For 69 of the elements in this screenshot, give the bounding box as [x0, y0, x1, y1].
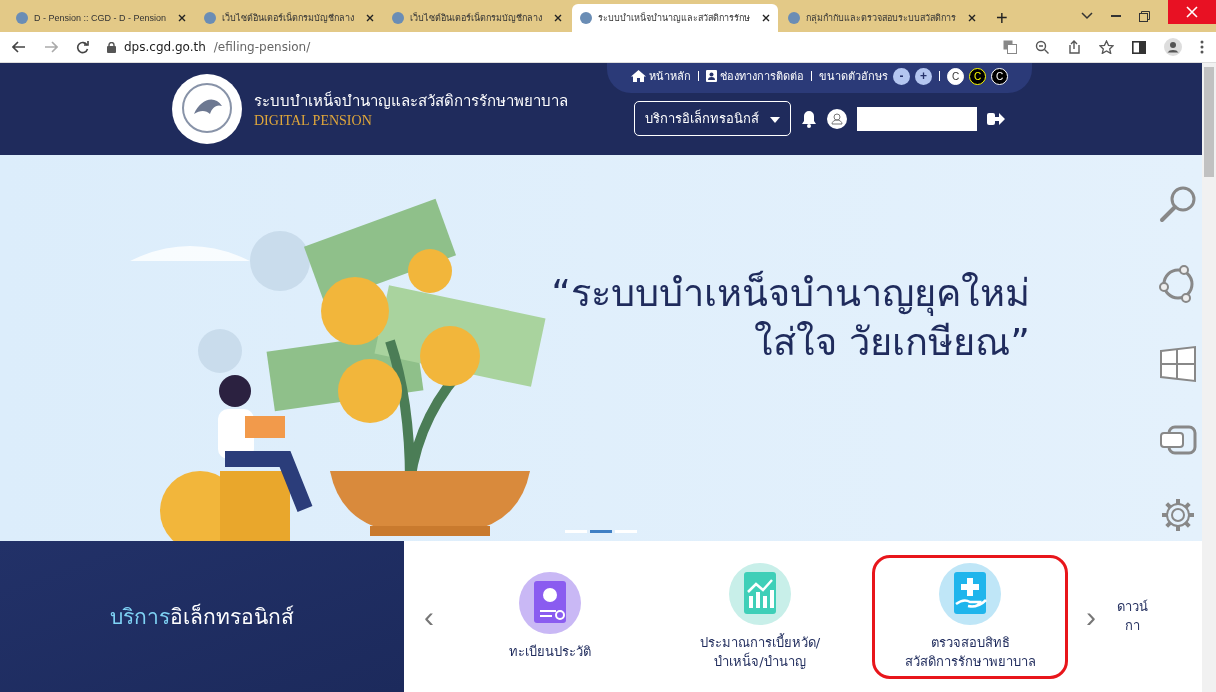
profile-document-icon — [518, 571, 582, 636]
windows-icon[interactable] — [1159, 345, 1197, 383]
tablet-icon[interactable] — [1159, 425, 1197, 455]
favicon-icon — [204, 12, 217, 24]
service-label: ทะเบียนประวัติ — [509, 643, 591, 662]
services-heading: บริการอิเล็กทรอนิกส์ — [110, 602, 294, 631]
hero-headline: ใส่ใจ วัยเกษียณ” — [753, 319, 1030, 366]
search-icon[interactable] — [1159, 185, 1197, 223]
close-icon — [1186, 6, 1198, 18]
service-card[interactable]: ทะเบียนประวัติ — [452, 554, 648, 679]
minimize-icon[interactable] — [1111, 14, 1121, 18]
site-subtitle: DIGITAL PENSION — [254, 113, 373, 129]
service-label: ดาวน์ กา — [1117, 598, 1148, 635]
service-label: ตรวจสอบสิทธิ สวัสดิการรักษาพยาบาล — [904, 634, 1036, 671]
address-bar[interactable]: dps.cgd.go.th /efiling-pension/ — [107, 40, 985, 54]
hero-headline: “ระบบบำเหน็จบำนาญยุคใหม่ — [550, 269, 1030, 318]
browser-tab[interactable]: D - Pension :: CGD - D - Pension — [8, 4, 195, 32]
reload-icon[interactable] — [76, 40, 89, 54]
close-icon[interactable] — [554, 14, 563, 22]
next-button[interactable]: › — [1082, 599, 1100, 634]
restore-icon[interactable] — [1139, 10, 1150, 22]
close-icon[interactable] — [178, 14, 187, 22]
contrast-button[interactable]: C — [991, 67, 1008, 85]
top-link[interactable]: หน้าหลัก — [631, 67, 691, 85]
star-icon[interactable] — [1099, 40, 1114, 54]
browser-tab[interactable]: เว็บไซต์อินเตอร์เน็ตกรมบัญชีกลาง — [384, 4, 571, 32]
side-panel-icon[interactable] — [1132, 40, 1146, 54]
favicon-icon — [392, 12, 405, 24]
bell-icon[interactable] — [800, 109, 817, 128]
new-tab-button[interactable]: + — [986, 4, 1018, 32]
favicon-icon — [788, 12, 801, 24]
caret-icon — [769, 116, 780, 123]
contrast-button[interactable]: C — [969, 67, 986, 85]
contact-card-icon — [706, 70, 717, 82]
chart-document-icon — [728, 562, 792, 627]
service-label: ประมาณการเบี้ยหวัด/ บำเหน็จ/บำนาญ — [699, 634, 821, 671]
browser-tab[interactable]: ระบบบำเหน็จบำนาญและสวัสดิการรักษ — [572, 4, 779, 32]
top-link[interactable]: ช่องทางการติดต่อ — [706, 67, 804, 85]
previous-button[interactable]: ‹ — [420, 599, 438, 634]
browser-tab[interactable]: กลุ่มกำกับและตรวจสอบระบบสวัสดิการ — [780, 4, 985, 32]
close-icon[interactable] — [366, 14, 375, 22]
font-size-button[interactable]: + — [915, 67, 932, 85]
zoom-icon[interactable] — [1035, 40, 1049, 54]
translate-icon[interactable] — [1003, 40, 1017, 54]
back-icon[interactable] — [12, 41, 26, 53]
settings-icon[interactable] — [1160, 497, 1196, 533]
services-dropdown[interactable]: บริการอิเล็กทรอนิกส์ — [634, 101, 791, 136]
more-icon[interactable] — [1200, 40, 1204, 54]
share-icon[interactable] — [1067, 40, 1081, 54]
service-card[interactable]: ดาวน์ กา — [1114, 554, 1166, 679]
medical-hand-icon — [938, 562, 1002, 627]
close-icon[interactable] — [762, 14, 771, 22]
favicon-icon — [580, 12, 593, 24]
browser-tab[interactable]: เว็บไซต์อินเตอร์เน็ตกรมบัญชีกลาง — [196, 4, 383, 32]
font-size-button[interactable]: - — [893, 67, 910, 85]
user-avatar-icon[interactable] — [826, 108, 847, 129]
service-card[interactable]: ประมาณการเบี้ยหวัด/ บำเหน็จ/บำนาญ — [662, 554, 858, 679]
logout-icon[interactable] — [986, 111, 1005, 126]
service-card[interactable]: ตรวจสอบสิทธิ สวัสดิการรักษาพยาบาล — [872, 554, 1068, 679]
scrollbar[interactable] — [1202, 63, 1216, 692]
emblem-logo-icon — [172, 74, 242, 144]
chevron-down-icon[interactable] — [1081, 12, 1093, 20]
close-icon[interactable] — [968, 14, 977, 22]
contrast-button[interactable]: C — [947, 67, 964, 85]
favicon-icon — [16, 12, 28, 24]
profile-icon[interactable] — [1164, 38, 1182, 56]
site-title: ระบบบำเหน็จบำนาญและสวัสดิการรักษาพยาบาล — [254, 90, 568, 112]
home-icon — [631, 70, 646, 82]
font-size-label: ขนาดตัวอักษร — [819, 69, 888, 85]
